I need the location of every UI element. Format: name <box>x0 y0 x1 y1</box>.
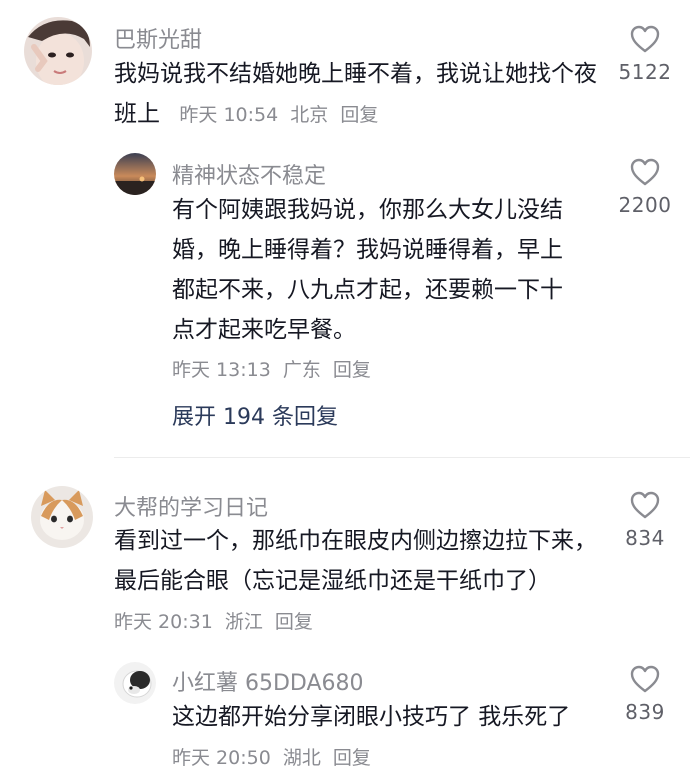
divider <box>114 457 690 458</box>
comment-body: 这边都开始分享闭眼小技巧了 我乐死了 昨天 20:50 湖北 回复 <box>172 697 584 778</box>
comment-time: 昨天 20:50 <box>172 747 271 769</box>
like-button[interactable]: 839 <box>600 664 690 724</box>
heart-outline-icon <box>630 25 660 53</box>
reply-button[interactable]: 回复 <box>275 611 313 633</box>
comment-location: 浙江 <box>224 611 263 633</box>
reply-button[interactable]: 回复 <box>333 747 371 769</box>
heart-outline-icon <box>630 491 660 519</box>
comment-location: 湖北 <box>282 747 321 769</box>
comment-meta: 昨天 13:13 广东 回复 <box>172 355 377 382</box>
comment-username[interactable]: 大帮的学习日记 <box>114 490 268 522</box>
like-count: 834 <box>625 526 665 550</box>
reply-button[interactable]: 回复 <box>340 104 378 126</box>
like-count: 2200 <box>618 193 672 217</box>
comment-text: 这边都开始分享闭眼小技巧了 我乐死了 <box>172 704 571 730</box>
user-avatar[interactable] <box>114 662 156 704</box>
like-button[interactable]: 5122 <box>600 24 690 84</box>
comment-location: 广东 <box>282 359 321 381</box>
reply-button[interactable]: 回复 <box>333 359 371 381</box>
heart-outline-icon <box>630 665 660 693</box>
like-count: 839 <box>625 700 665 724</box>
comment-meta: 昨天 20:31 浙江 回复 <box>114 611 319 633</box>
like-count: 5122 <box>618 60 672 84</box>
comment-time: 昨天 20:31 <box>114 611 213 633</box>
like-button[interactable]: 834 <box>600 490 690 550</box>
comment-username[interactable]: 精神状态不稳定 <box>172 158 326 190</box>
comment-body: 看到过一个，那纸巾在眼皮内侧边擦边拉下来，最后能合眼（忘记是湿纸巾还是干纸巾了）… <box>114 521 598 642</box>
comment-username[interactable]: 巴斯光甜 <box>114 22 202 54</box>
comment-username[interactable]: 小红薯 65DDA680 <box>172 665 364 697</box>
comment-text: 有个阿姨跟我妈说，你那么大女儿没结婚，晚上睡得着？我妈说睡得着，早上都起不来，八… <box>172 197 563 343</box>
comment-meta: 昨天 20:50 湖北 回复 <box>172 747 377 769</box>
comment-location: 北京 <box>290 104 329 126</box>
heart-outline-icon <box>630 158 660 186</box>
user-avatar[interactable] <box>114 153 156 195</box>
comment-text: 看到过一个，那纸巾在眼皮内侧边擦边拉下来，最后能合眼（忘记是湿纸巾还是干纸巾了） <box>114 528 597 594</box>
comment-body: 我妈说我不结婚她晚上睡不着，我说让她找个夜班上 昨天 10:54 北京 回复 <box>114 54 598 135</box>
comment-meta: 昨天 10:54 北京 回复 <box>167 104 384 126</box>
user-avatar[interactable] <box>24 17 92 85</box>
comment-time: 昨天 10:54 <box>179 104 279 126</box>
expand-replies-button[interactable]: 展开 194 条回复 <box>172 399 338 431</box>
comment-body: 有个阿姨跟我妈说，你那么大女儿没结婚，晚上睡得着？我妈说睡得着，早上都起不来，八… <box>172 190 584 350</box>
comment-time: 昨天 13:13 <box>172 359 271 381</box>
user-avatar[interactable] <box>31 486 93 548</box>
like-button[interactable]: 2200 <box>600 157 690 217</box>
